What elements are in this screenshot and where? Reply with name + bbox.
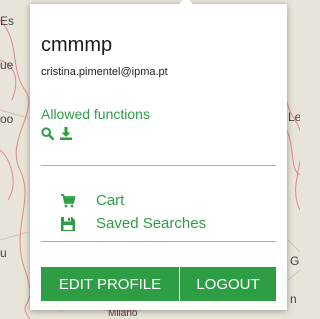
saved-searches-label: Saved Searches: [96, 215, 207, 232]
map-label: Es: [0, 14, 15, 28]
user-profile-popup: cmmmp cristina.pimentel@ipma.pt Allowed …: [30, 0, 287, 310]
map-label: oo: [0, 112, 14, 126]
search-icon: [41, 127, 54, 140]
edit-profile-button[interactable]: EDIT PROFILE: [41, 267, 179, 301]
saved-searches-menu-item[interactable]: Saved Searches: [60, 215, 206, 232]
map-label: Le: [288, 110, 300, 124]
save-icon: [60, 216, 76, 232]
user-email: cristina.pimentel@ipma.pt: [41, 66, 168, 78]
download-icon: [60, 127, 72, 140]
map-label: G: [290, 254, 300, 268]
profile-actions: EDIT PROFILE LOGOUT: [41, 267, 276, 301]
divider: [41, 241, 276, 242]
divider: [41, 165, 276, 166]
cart-menu-item[interactable]: Cart: [60, 192, 124, 209]
map-label: u: [0, 246, 7, 260]
allowed-functions-title: Allowed functions: [41, 106, 150, 122]
map-label: ue: [0, 58, 14, 72]
cart-label: Cart: [96, 192, 125, 209]
cart-icon: [60, 193, 76, 209]
username: cmmmp: [41, 34, 113, 56]
map-label: n: [290, 292, 297, 306]
popup-caret: [178, 0, 194, 5]
logout-button[interactable]: LOGOUT: [180, 267, 276, 301]
allowed-functions-icons: [41, 127, 72, 140]
